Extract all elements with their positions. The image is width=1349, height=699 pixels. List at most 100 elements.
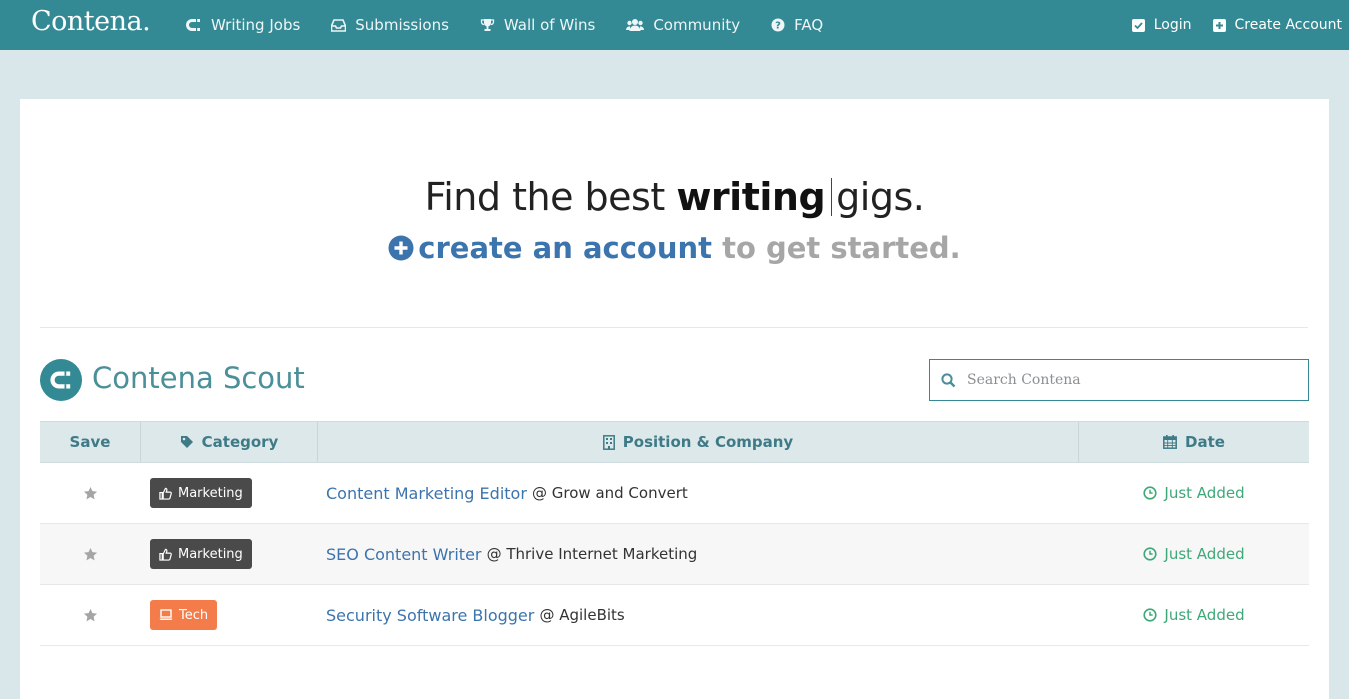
save-cell bbox=[40, 585, 141, 645]
company-name: @ AgileBits bbox=[539, 606, 625, 624]
star-icon bbox=[83, 486, 98, 499]
calendar-icon bbox=[1163, 435, 1177, 449]
main-nav: Writing Jobs Submissions Wall of Wins Co… bbox=[185, 0, 854, 50]
plus-circle-icon bbox=[388, 235, 414, 261]
nav-label: Submissions bbox=[355, 16, 449, 34]
category-label: Tech bbox=[179, 607, 209, 623]
category-badge[interactable]: Marketing bbox=[150, 478, 252, 508]
date-status: Just Added bbox=[1143, 545, 1245, 563]
category-label: Marketing bbox=[178, 485, 243, 501]
clock-icon bbox=[1143, 547, 1158, 561]
header-label: Save bbox=[69, 433, 111, 451]
section-divider bbox=[40, 327, 1308, 328]
login-link[interactable]: Login bbox=[1131, 17, 1192, 33]
account-nav: Login Create Account bbox=[1111, 0, 1342, 50]
table-row[interactable]: Marketing Content Marketing Editor @ Grow… bbox=[40, 463, 1309, 524]
date-label: Just Added bbox=[1164, 606, 1245, 624]
hero-title-bold: writing bbox=[676, 175, 826, 219]
position-link[interactable]: Security Software Blogger bbox=[326, 606, 534, 625]
laptop-icon bbox=[159, 609, 173, 620]
nav-wall-of-wins[interactable]: Wall of Wins bbox=[480, 16, 595, 34]
date-status: Just Added bbox=[1143, 484, 1245, 502]
nav-submissions[interactable]: Submissions bbox=[331, 16, 449, 34]
header-position[interactable]: Position & Company bbox=[318, 422, 1079, 462]
clock-icon bbox=[1143, 608, 1158, 622]
save-cell bbox=[40, 463, 141, 523]
check-square-icon bbox=[1131, 18, 1145, 32]
thumbs-up-icon bbox=[159, 487, 172, 500]
save-star-button[interactable] bbox=[83, 547, 98, 562]
company-name: @ Grow and Convert bbox=[532, 484, 688, 502]
position-cell: Content Marketing Editor @ Grow and Conv… bbox=[318, 463, 1079, 523]
date-label: Just Added bbox=[1164, 545, 1245, 563]
table-header: Save Category Position & Company Date bbox=[40, 421, 1309, 463]
users-icon bbox=[626, 19, 645, 31]
inbox-icon bbox=[331, 18, 347, 32]
cta-label: create an account bbox=[418, 231, 712, 265]
search-box bbox=[929, 359, 1309, 401]
hero-sub-rest: to get started. bbox=[722, 231, 961, 265]
nav-label: Create Account bbox=[1234, 17, 1343, 33]
company-name: @ Thrive Internet Marketing bbox=[486, 545, 698, 563]
date-cell: Just Added bbox=[1079, 585, 1309, 645]
star-icon bbox=[83, 547, 98, 560]
nav-label: Login bbox=[1153, 17, 1192, 33]
nav-label: Wall of Wins bbox=[503, 16, 596, 34]
header-save[interactable]: Save bbox=[40, 422, 141, 462]
search-icon bbox=[941, 372, 956, 387]
table-row[interactable]: Marketing SEO Content Writer @ Thrive Int… bbox=[40, 524, 1309, 585]
tag-icon bbox=[180, 436, 193, 448]
position-cell: Security Software Blogger @ AgileBits bbox=[318, 585, 1079, 645]
star-icon bbox=[83, 608, 98, 621]
svg-text:?: ? bbox=[775, 21, 781, 32]
date-status: Just Added bbox=[1143, 606, 1245, 624]
scout-logo bbox=[40, 359, 82, 401]
category-label: Marketing bbox=[178, 546, 243, 562]
magnet-icon bbox=[50, 371, 71, 389]
save-star-button[interactable] bbox=[83, 486, 98, 501]
trophy-icon bbox=[480, 19, 495, 31]
jobs-table: Save Category Position & Company Date Ma… bbox=[40, 421, 1309, 646]
table-body: Marketing Content Marketing Editor @ Grow… bbox=[40, 463, 1309, 646]
clock-icon bbox=[1143, 486, 1158, 500]
scout-title: Contena Scout bbox=[92, 361, 305, 395]
header-label: Date bbox=[1185, 433, 1225, 451]
hero-subtitle: create an account to get started. bbox=[20, 231, 1329, 265]
hero-title: Find the best writing gigs. bbox=[20, 175, 1329, 219]
question-circle-icon: ? bbox=[771, 18, 785, 32]
position-link[interactable]: Content Marketing Editor bbox=[326, 484, 527, 503]
date-label: Just Added bbox=[1164, 484, 1245, 502]
create-account-cta[interactable]: create an account bbox=[388, 231, 722, 265]
category-badge[interactable]: Tech bbox=[150, 600, 218, 630]
category-cell: Marketing bbox=[141, 463, 318, 523]
date-cell: Just Added bbox=[1079, 463, 1309, 523]
create-account-link[interactable]: Create Account bbox=[1212, 17, 1343, 33]
nav-label: Writing Jobs bbox=[211, 16, 301, 34]
main-card: Find the best writing gigs. create an acc… bbox=[20, 99, 1329, 699]
category-cell: Marketing bbox=[141, 524, 318, 584]
position-cell: SEO Content Writer @ Thrive Internet Mar… bbox=[318, 524, 1079, 584]
position-link[interactable]: SEO Content Writer bbox=[326, 545, 481, 564]
nav-label: Community bbox=[653, 16, 741, 34]
save-star-button[interactable] bbox=[83, 608, 98, 623]
nav-label: FAQ bbox=[794, 16, 824, 34]
header-date[interactable]: Date bbox=[1079, 422, 1309, 462]
save-cell bbox=[40, 524, 141, 584]
magnet-icon bbox=[186, 19, 200, 31]
header-category[interactable]: Category bbox=[141, 422, 318, 462]
hero-title-prefix: Find the best bbox=[424, 175, 666, 219]
header-label: Position & Company bbox=[622, 433, 794, 451]
nav-community[interactable]: Community bbox=[626, 16, 740, 34]
typing-cursor bbox=[831, 178, 833, 216]
header-label: Category bbox=[201, 433, 279, 451]
nav-faq[interactable]: ? FAQ bbox=[771, 16, 823, 34]
thumbs-up-icon bbox=[159, 548, 172, 561]
top-navbar: Contena. Writing Jobs Submissions Wall o… bbox=[0, 0, 1349, 50]
search-input[interactable] bbox=[967, 372, 1287, 388]
date-cell: Just Added bbox=[1079, 524, 1309, 584]
table-row[interactable]: Tech Security Software Blogger @ AgileBit… bbox=[40, 585, 1309, 646]
building-icon bbox=[602, 434, 615, 450]
category-badge[interactable]: Marketing bbox=[150, 539, 252, 569]
nav-writing-jobs[interactable]: Writing Jobs bbox=[185, 16, 300, 34]
brand-logo[interactable]: Contena. bbox=[31, 6, 151, 37]
